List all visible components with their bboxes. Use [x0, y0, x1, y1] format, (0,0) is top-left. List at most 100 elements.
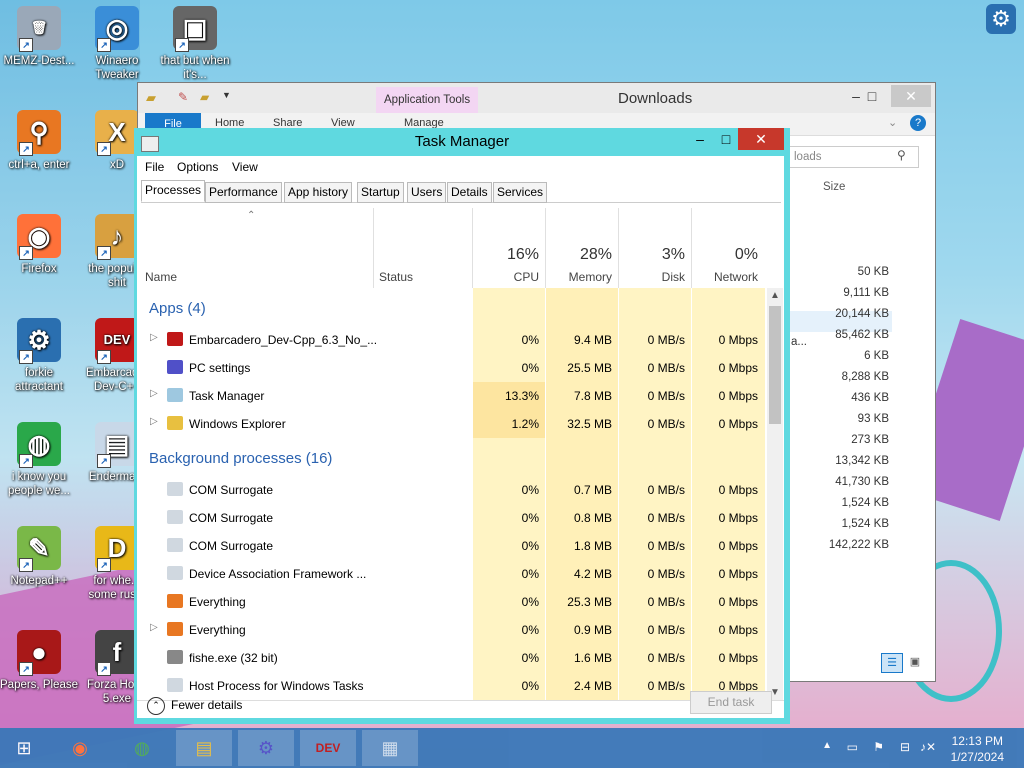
file-name-partial[interactable]: a...: [791, 336, 807, 348]
scroll-up-icon[interactable]: ▲: [770, 290, 780, 301]
file-size-cell[interactable]: 273 KB: [851, 434, 889, 446]
menu-file[interactable]: File: [145, 160, 164, 174]
file-size-cell[interactable]: 85,462 KB: [835, 329, 889, 341]
end-task-button[interactable]: End task: [690, 691, 772, 714]
chevron-down-icon[interactable]: ⌄: [888, 116, 897, 129]
file-size-cell[interactable]: 1,524 KB: [842, 497, 889, 509]
file-size-cell[interactable]: 6 KB: [864, 350, 889, 362]
desktop-icon[interactable]: ● ↗ Papers, Please: [0, 630, 78, 692]
network-icon[interactable]: ⊟: [900, 740, 910, 754]
flag-icon[interactable]: ⚑: [873, 740, 884, 754]
desktop-icon[interactable]: ◉ ↗ Firefox: [0, 214, 78, 276]
start-button[interactable]: ⊞: [0, 730, 48, 766]
process-row[interactable]: COM Surrogate 0% 0.7 MB 0 MB/s 0 Mbps: [137, 476, 765, 504]
tray-app-icon[interactable]: ▭: [847, 740, 858, 754]
file-size-cell[interactable]: 50 KB: [858, 266, 889, 278]
desktop-icon[interactable]: ◍ ↗ i know you people we...: [0, 422, 78, 498]
close-button[interactable]: ✕: [738, 128, 784, 150]
tab-services[interactable]: Services: [493, 182, 548, 203]
file-size-cell[interactable]: 20,144 KB: [835, 308, 889, 320]
settings-taskbar[interactable]: ⚙: [238, 730, 294, 766]
cpu-column-header[interactable]: 16% CPU: [473, 208, 545, 290]
process-list: Apps (4) ▷ Embarcadero_Dev-Cpp_6.3_No_...…: [137, 288, 765, 700]
process-disk-value: 0 MB/s: [647, 389, 685, 403]
desktop-icon[interactable]: ▣ ↗ that but when it's...: [156, 6, 234, 82]
size-column-header[interactable]: Size: [823, 181, 845, 193]
status-column-header[interactable]: Status: [379, 270, 413, 284]
expand-icon[interactable]: ▷: [150, 622, 158, 633]
maximize-button[interactable]: □: [857, 85, 887, 107]
folder-icon[interactable]: ▰: [146, 90, 156, 106]
expand-icon[interactable]: ▷: [150, 416, 158, 427]
process-row[interactable]: ▷ Windows Explorer 1.2% 32.5 MB 0 MB/s 0 Mbps: [137, 410, 765, 438]
firefox-taskbar[interactable]: ◉: [52, 730, 108, 766]
disk-column-header[interactable]: 3% Disk: [619, 208, 691, 290]
properties-icon[interactable]: ✎: [178, 90, 188, 104]
desktop-icon[interactable]: ✎ ↗ Notepad++: [0, 526, 78, 588]
details-view-icon[interactable]: ☰: [881, 653, 903, 673]
menu-options[interactable]: Options: [177, 160, 218, 174]
process-row[interactable]: Device Association Framework ... 0% 4.2 MB…: [137, 560, 765, 588]
fewer-details-button[interactable]: ⌃ Fewer details: [147, 697, 242, 715]
process-row[interactable]: Everything 0% 25.3 MB 0 MB/s 0 Mbps: [137, 588, 765, 616]
tab-details[interactable]: Details: [447, 182, 492, 203]
name-column-header[interactable]: Name: [145, 270, 177, 284]
file-size-cell[interactable]: 41,730 KB: [835, 476, 889, 488]
desktop-icon[interactable]: 🗑 ↗ MEMZ-Dest...: [0, 6, 78, 68]
expand-icon[interactable]: ▷: [150, 332, 158, 343]
task-manager-window[interactable]: Task Manager – □ ✕ File Options View Pro…: [134, 128, 790, 724]
tab-users[interactable]: Users: [407, 182, 447, 203]
help-icon[interactable]: ?: [910, 115, 926, 131]
close-button[interactable]: ✕: [891, 85, 931, 107]
file-size-cell[interactable]: 9,111 KB: [843, 287, 889, 299]
expand-icon[interactable]: ▷: [150, 388, 158, 399]
desktop-icon-label: Papers, Please: [0, 679, 78, 691]
apps-group-header[interactable]: Apps (4): [149, 300, 206, 317]
process-row[interactable]: COM Surrogate 0% 0.8 MB 0 MB/s 0 Mbps: [137, 504, 765, 532]
desktop-icon[interactable]: ◎ ↗ Winaero Tweaker: [78, 6, 156, 82]
process-mem-value: 25.3 MB: [567, 595, 612, 609]
file-size-cell[interactable]: 436 KB: [851, 392, 889, 404]
large-icons-view-icon[interactable]: ▣: [905, 653, 925, 671]
chrome-taskbar[interactable]: ◍: [114, 730, 170, 766]
file-size-cell[interactable]: 8,288 KB: [842, 371, 889, 383]
devcpp-taskbar[interactable]: DEV: [300, 730, 356, 766]
desktop-icon-label: Notepad++: [10, 575, 68, 587]
clock[interactable]: 12:13 PM 1/27/2024: [951, 733, 1004, 765]
new-folder-icon[interactable]: ▰: [200, 90, 209, 104]
tab-processes[interactable]: Processes: [141, 180, 206, 202]
desktop-icon[interactable]: ⚙ ↗ forkie attractant: [0, 318, 78, 394]
process-net-value: 0 Mbps: [718, 389, 758, 403]
menu-view[interactable]: View: [232, 160, 258, 174]
process-row[interactable]: ▷ Embarcadero_Dev-Cpp_6.3_No_... 0% 9.4 MB 0…: [137, 326, 765, 354]
process-cpu-value: 0%: [521, 361, 539, 375]
file-size-cell[interactable]: 1,524 KB: [842, 518, 889, 530]
process-row[interactable]: Host Process for Windows Tasks 0% 2.4 MB 0 …: [137, 672, 765, 700]
process-row[interactable]: COM Surrogate 0% 1.8 MB 0 MB/s 0 Mbps: [137, 532, 765, 560]
process-cpu-value: 0%: [521, 567, 539, 581]
file-size-cell[interactable]: 13,342 KB: [835, 455, 889, 467]
scrollbar[interactable]: ▲ ▼: [767, 288, 783, 700]
scrollbar-thumb[interactable]: [769, 306, 781, 424]
taskmanager-taskbar[interactable]: ▦: [362, 730, 418, 766]
file-size-cell[interactable]: 142,222 KB: [829, 539, 889, 551]
background-group-header[interactable]: Background processes (16): [149, 450, 332, 467]
explorer-taskbar[interactable]: ▤: [176, 730, 232, 766]
chevron-down-icon[interactable]: ▼: [222, 90, 231, 100]
shortcut-arrow-icon: ↗: [97, 350, 111, 364]
process-row[interactable]: fishe.exe (32 bit) 0% 1.6 MB 0 MB/s 0 Mbps: [137, 644, 765, 672]
desktop-icon[interactable]: ⚲ ↗ ctrl+a, enter: [0, 110, 78, 172]
memory-column-header[interactable]: 28% Memory: [546, 208, 618, 290]
tab-app-history[interactable]: App history: [284, 182, 353, 203]
network-column-header[interactable]: 0% Network: [692, 208, 764, 290]
process-row[interactable]: PC settings 0% 25.5 MB 0 MB/s 0 Mbps: [137, 354, 765, 382]
gear-icon[interactable]: ⚙: [986, 4, 1016, 34]
process-row[interactable]: ▷ Task Manager 13.3% 7.8 MB 0 MB/s 0 Mbps: [137, 382, 765, 410]
volume-muted-icon[interactable]: ♪✕: [920, 740, 936, 754]
tray-overflow-icon[interactable]: ▲: [822, 740, 832, 751]
tab-performance[interactable]: Performance: [205, 182, 282, 203]
explorer-titlebar[interactable]: ▰ ✎ ▰ ▼ Application Tools Downloads – □ …: [138, 83, 935, 113]
process-row[interactable]: ▷ Everything 0% 0.9 MB 0 MB/s 0 Mbps: [137, 616, 765, 644]
tab-startup[interactable]: Startup: [357, 182, 404, 203]
file-size-cell[interactable]: 93 KB: [858, 413, 889, 425]
